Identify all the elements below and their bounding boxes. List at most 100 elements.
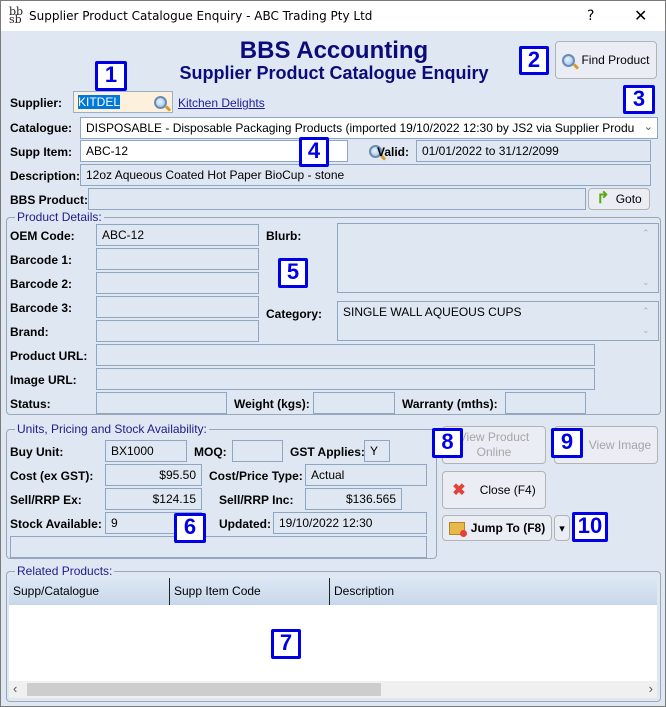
annotation-badge-5: 5 [278,258,308,288]
barcode3-field [96,296,259,318]
weight-label: Weight (kgs): [234,397,310,411]
blurb-textarea[interactable]: ⌃ ⌄ [337,223,659,293]
title-bar: bb sb Supplier Product Catalogue Enquiry… [1,1,665,31]
scroll-right-icon[interactable]: › [649,681,653,696]
related-products-legend: Related Products: [15,564,115,578]
cost-type-value: Actual [311,468,345,482]
blurb-scrollbar[interactable]: ⌃ ⌄ [642,228,654,288]
valid-label: Valid: [377,145,410,159]
sell-ex-field: $124.15 [105,488,202,510]
jump-to-button[interactable]: Jump To (F8) [442,515,552,541]
view-image-label: View Image [588,438,652,452]
cost-field: $95.50 [105,464,202,486]
scroll-down-icon: ⌄ [642,277,650,287]
table-header: Supp/Catalogue Supp Item Code Descriptio… [9,578,657,605]
valid-value: 01/01/2022 to 31/12/2099 [422,144,559,158]
horizontal-scrollbar[interactable]: ‹ › [9,681,657,698]
image-url-label: Image URL: [10,373,77,387]
image-url-field [96,368,595,390]
gst-applies-field: Y [364,440,390,462]
product-details-legend: Product Details: [15,210,104,224]
red-x-icon: ✖ [452,482,466,499]
chevron-down-icon: ⌄ [643,121,653,133]
bbs-product-label: BBS Product: [10,193,88,207]
category-value: SINGLE WALL AQUEOUS CUPS [343,305,522,319]
description-label: Description: [10,169,81,183]
help-button[interactable]: ? [587,8,594,24]
supplier-label: Supplier: [10,96,63,110]
related-products-table[interactable]: Supp/Catalogue Supp Item Code Descriptio… [9,578,657,698]
barcode1-field [96,248,259,270]
column-header-supp-catalogue[interactable]: Supp/Catalogue [9,578,170,605]
barcode1-label: Barcode 1: [10,253,73,267]
category-textarea[interactable]: SINGLE WALL AQUEOUS CUPS ⌃ ⌄ [337,301,659,341]
scrollbar-thumb[interactable] [27,683,381,696]
folder-icon [448,521,467,537]
view-product-online-label-1: View Product [458,430,530,444]
goto-button[interactable]: ↱ Goto [588,188,650,210]
description-field: 12oz Aqueous Coated Hot Paper BioCup - s… [80,164,651,186]
moq-label: MOQ: [194,445,227,459]
barcode3-label: Barcode 3: [10,301,73,315]
updated-label: Updated: [219,517,271,531]
close-window-button[interactable]: ✕ [634,6,647,25]
cost-type-field: Actual [305,464,427,486]
brand-field [96,320,259,342]
supplier-product-catalogue-enquiry-window: bb sb Supplier Product Catalogue Enquiry… [0,0,666,707]
close-button[interactable]: ✖ Close (F4) [442,471,546,509]
buy-unit-value: BX1000 [111,444,154,458]
magnifier-icon [562,53,576,67]
updated-value: 19/10/2022 12:30 [279,516,373,530]
scroll-down-icon: ⌄ [642,325,650,335]
annotation-badge-2: 2 [519,46,549,75]
cost-type-label: Cost/Price Type: [209,469,303,483]
moq-field [232,440,283,462]
annotation-badge-8: 8 [432,428,463,458]
updated-field: 19/10/2022 12:30 [273,512,427,534]
gst-applies-label: GST Applies: [290,445,365,459]
pricing-note-field [10,536,427,558]
sell-ex-value: $124.15 [152,492,196,506]
find-product-label: Find Product [581,53,650,67]
category-label: Category: [266,307,323,321]
annotation-badge-6: 6 [174,513,206,543]
annotation-badge-9: 9 [551,428,583,458]
buy-unit-label: Buy Unit: [10,445,64,459]
oem-code-field: ABC-12 [96,224,259,246]
barcode2-label: Barcode 2: [10,277,73,291]
supp-item-value: ABC-12 [86,144,129,158]
column-header-description[interactable]: Description [330,578,657,605]
annotation-badge-4: 4 [299,137,329,167]
caret-down-icon: ▾ [559,522,565,535]
status-label: Status: [10,397,51,411]
category-scrollbar[interactable]: ⌃ ⌄ [642,306,654,336]
green-arrow-icon: ↱ [596,190,610,207]
supplier-name-link[interactable]: Kitchen Delights [178,96,265,110]
supp-item-label: Supp Item: [10,145,72,159]
catalogue-select[interactable]: DISPOSABLE - Disposable Packaging Produc… [80,117,658,139]
description-value: 12oz Aqueous Coated Hot Paper BioCup - s… [86,168,345,182]
supplier-code-value: KITDEL [78,95,121,109]
blurb-label: Blurb: [266,229,302,243]
status-field [96,392,227,414]
jump-to-label: Jump To (F8) [470,521,546,535]
annotation-badge-1: 1 [95,61,127,91]
product-url-label: Product URL: [10,349,88,363]
scroll-left-icon[interactable]: ‹ [13,681,17,696]
gst-applies-value: Y [370,444,379,458]
brand-label: Brand: [10,325,49,339]
find-product-button[interactable]: Find Product [555,41,657,79]
catalogue-value: DISPOSABLE - Disposable Packaging Produc… [86,121,635,135]
supplier-search-icon[interactable] [154,96,167,109]
sell-inc-value: $136.565 [345,492,396,506]
stock-available-label: Stock Available: [10,517,102,531]
oem-code-value: ABC-12 [102,228,145,242]
annotation-badge-3: 3 [623,85,655,114]
scroll-up-icon: ⌃ [642,306,650,316]
sell-ex-label: Sell/RRP Ex: [10,493,82,507]
column-header-supp-item-code[interactable]: Supp Item Code [170,578,330,605]
close-label: Close (F4) [479,483,536,497]
jump-to-dropdown-button[interactable]: ▾ [554,515,570,541]
barcode2-field [96,272,259,294]
pricing-legend: Units, Pricing and Stock Availability: [15,422,209,436]
